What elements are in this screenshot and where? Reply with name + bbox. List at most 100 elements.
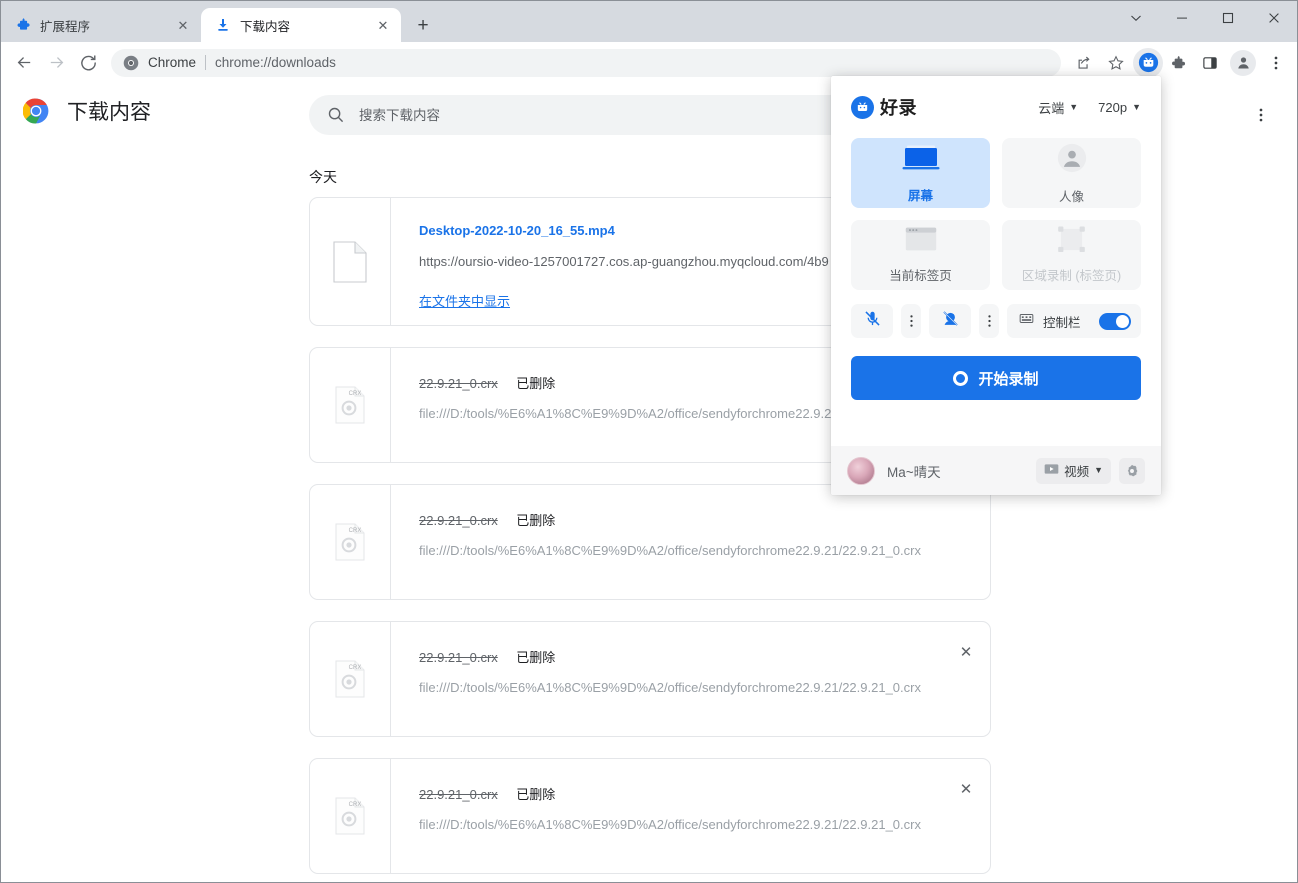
crx-file-icon: CRX xyxy=(335,797,365,835)
popup-header-controls: 云端 ▼ 720p ▼ xyxy=(1038,98,1141,117)
person-avatar-icon xyxy=(1056,142,1088,179)
maximize-icon[interactable] xyxy=(1205,1,1251,34)
download-item[interactable]: CRX 22.9.21_0.crx 已删除 file:///D:/tools/%… xyxy=(309,758,991,874)
search-icon xyxy=(327,106,345,124)
user-name: Ma~晴天 xyxy=(887,464,941,480)
tab-close-button[interactable]: ✕ xyxy=(175,17,191,33)
close-icon[interactable] xyxy=(1251,1,1297,34)
record-circle-icon xyxy=(953,370,969,386)
window-controls xyxy=(1113,1,1297,34)
page-title: 下载内容 xyxy=(67,101,151,124)
side-panel-icon[interactable] xyxy=(1195,48,1225,78)
crx-file-icon: CRX xyxy=(335,523,365,561)
mode-screen[interactable]: 屏幕 xyxy=(851,138,990,208)
download-status: 已删除 xyxy=(516,650,556,665)
file-icon-column: CRX xyxy=(310,759,391,873)
mode-current-tab[interactable]: 当前标签页 xyxy=(851,220,990,290)
video-icon xyxy=(1044,463,1059,478)
tab-strip: 扩展程序 ✕ 下载内容 ✕ + xyxy=(1,1,1297,42)
download-file-name[interactable]: 22.9.21_0.crx xyxy=(419,650,498,665)
new-tab-button[interactable]: + xyxy=(409,11,437,39)
address-bar[interactable]: Chrome chrome://downloads xyxy=(111,48,1061,77)
tab-downloads[interactable]: 下载内容 ✕ xyxy=(201,8,401,42)
svg-text:CRX: CRX xyxy=(349,665,362,671)
microphone-menu[interactable] xyxy=(901,304,921,338)
mode-label: 区域录制 (标签页) xyxy=(1021,269,1122,283)
crop-region-icon xyxy=(1055,226,1088,258)
control-bar-toggle-row[interactable]: 控制栏 xyxy=(1007,304,1141,338)
share-icon[interactable] xyxy=(1069,48,1099,78)
puzzle-icon[interactable] xyxy=(1163,48,1193,78)
chrome-logo-icon xyxy=(22,98,49,124)
three-dot-menu-icon[interactable] xyxy=(1261,48,1291,78)
download-details: 22.9.21_0.crx 已删除 file:///D:/tools/%E6%A… xyxy=(391,759,990,873)
control-bar-icon xyxy=(1019,311,1034,331)
avatar[interactable] xyxy=(847,456,875,485)
start-recording-label: 开始录制 xyxy=(978,370,1039,388)
download-file-name[interactable]: 22.9.21_0.crx xyxy=(419,513,498,528)
chevron-down-icon[interactable] xyxy=(1113,1,1159,34)
microphone-off-icon xyxy=(863,309,882,333)
generic-file-icon xyxy=(333,240,367,283)
recorder-popup: 好录 云端 ▼ 720p ▼ 屏幕 人像 当前标签页 区域录制 (标签页) 控制… xyxy=(831,76,1161,495)
download-item[interactable]: CRX 22.9.21_0.crx 已删除 file:///D:/tools/%… xyxy=(309,484,991,600)
mode-region-tab[interactable]: 区域录制 (标签页) xyxy=(1002,220,1141,290)
download-icon xyxy=(215,17,231,33)
download-file-name[interactable]: 22.9.21_0.crx xyxy=(419,376,498,391)
back-button[interactable] xyxy=(9,48,39,78)
chevron-down-icon: ▼ xyxy=(1069,101,1079,112)
divider xyxy=(205,55,207,70)
media-type-selector[interactable]: 视频 ▼ xyxy=(1036,457,1111,484)
quality-selector[interactable]: 720p ▼ xyxy=(1098,100,1141,115)
haolu-logo-icon xyxy=(851,95,874,119)
microphone-toggle[interactable] xyxy=(851,304,893,338)
profile-icon[interactable] xyxy=(1230,49,1256,76)
chevron-down-icon: ▼ xyxy=(1094,465,1103,475)
control-bar-switch[interactable] xyxy=(1099,312,1131,330)
omnibox-url: chrome://downloads xyxy=(215,55,336,70)
download-url: file:///D:/tools/%E6%A1%8C%E9%9D%A2/offi… xyxy=(419,817,921,832)
haolu-recorder-icon[interactable] xyxy=(1133,47,1163,78)
minimize-icon[interactable] xyxy=(1159,1,1205,34)
camera-toggle[interactable] xyxy=(929,304,971,338)
download-item[interactable]: CRX 22.9.21_0.crx 已删除 file:///D:/tools/%… xyxy=(309,621,991,737)
tab-extensions[interactable]: 扩展程序 ✕ xyxy=(1,8,201,42)
popup-header: 好录 云端 ▼ 720p ▼ xyxy=(831,76,1161,138)
camera-menu[interactable] xyxy=(979,304,999,338)
gear-icon[interactable] xyxy=(1119,457,1145,484)
extension-group xyxy=(1133,47,1193,78)
svg-text:CRX: CRX xyxy=(349,391,362,397)
quality-selector-label: 720p xyxy=(1098,99,1128,115)
chevron-down-icon: ▼ xyxy=(1132,101,1141,112)
star-icon[interactable] xyxy=(1101,48,1131,78)
browser-window: 扩展程序 ✕ 下载内容 ✕ + Chrome chrome://download… xyxy=(0,0,1298,883)
remove-download-button[interactable]: ✕ xyxy=(952,638,980,666)
mode-label: 人像 xyxy=(1058,189,1084,204)
tab-close-button[interactable]: ✕ xyxy=(375,17,391,33)
download-url: file:///D:/tools/%E6%A1%8C%E9%9D%A2/offi… xyxy=(419,543,921,558)
control-bar-label: 控制栏 xyxy=(1043,315,1081,330)
tab-title: 下载内容 xyxy=(240,19,291,34)
brand: 好录 xyxy=(851,94,917,120)
show-in-folder-link[interactable]: 在文件夹中显示 xyxy=(419,291,510,310)
mode-label: 当前标签页 xyxy=(889,269,952,283)
file-icon-column xyxy=(310,198,391,325)
download-file-name[interactable]: 22.9.21_0.crx xyxy=(419,787,498,802)
chrome-logo-icon xyxy=(123,55,139,71)
download-details: 22.9.21_0.crx 已删除 file:///D:/tools/%E6%A… xyxy=(391,622,990,736)
storage-selector-label: 云端 xyxy=(1038,100,1065,116)
reload-button[interactable] xyxy=(73,48,103,78)
mode-camera[interactable]: 人像 xyxy=(1002,138,1141,208)
forward-button[interactable] xyxy=(41,48,71,78)
camera-off-icon xyxy=(941,309,960,333)
crx-file-icon: CRX xyxy=(335,386,365,424)
remove-download-button[interactable]: ✕ xyxy=(952,775,980,803)
start-recording-wrap: 开始录制 xyxy=(831,338,1161,400)
omnibox-site-label: Chrome xyxy=(148,55,197,70)
storage-selector[interactable]: 云端 ▼ xyxy=(1038,98,1078,117)
capture-controls-row: 控制栏 xyxy=(831,290,1161,338)
svg-text:CRX: CRX xyxy=(349,528,362,534)
three-dot-menu-icon[interactable] xyxy=(1245,99,1277,131)
browser-window-icon xyxy=(902,226,940,258)
start-recording-button[interactable]: 开始录制 xyxy=(851,356,1141,400)
